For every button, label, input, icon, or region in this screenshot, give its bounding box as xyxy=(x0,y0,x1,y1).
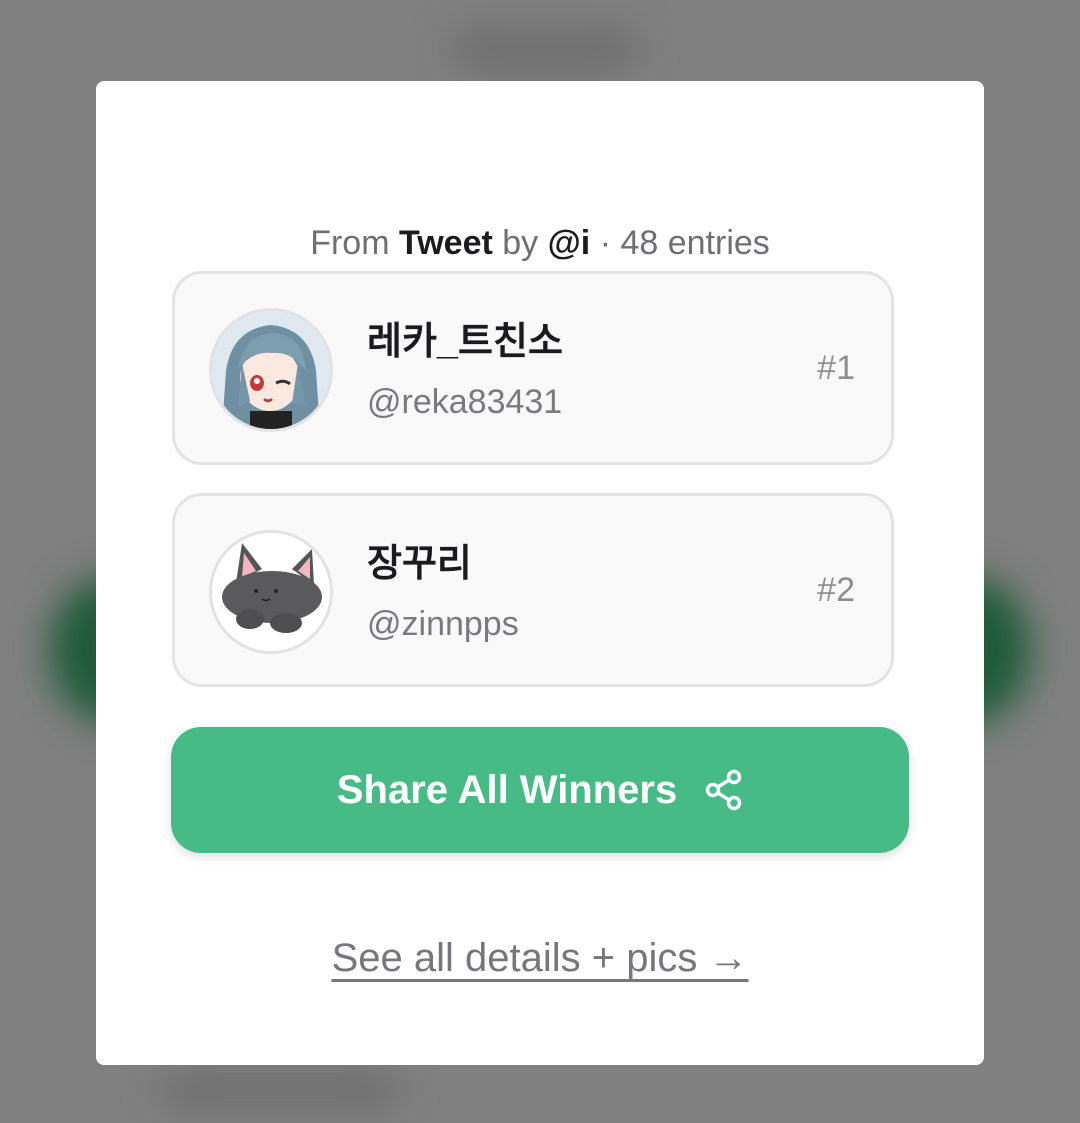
winner-name: 장꾸리 xyxy=(367,543,472,585)
winners-modal: From Tweet by @i · 48 entries 레카_트친소 @re… xyxy=(96,81,984,1065)
source-entries: 48 entries xyxy=(620,224,770,262)
source-separator: · xyxy=(599,224,612,262)
gray-cat-avatar-icon xyxy=(209,530,333,654)
share-icon xyxy=(705,769,743,811)
share-all-winners-button[interactable]: Share All Winners xyxy=(171,727,909,853)
background-header-blur xyxy=(450,30,640,70)
anime-girl-avatar-icon xyxy=(209,308,333,432)
winner-rank: #2 xyxy=(817,571,855,609)
winner-handle[interactable]: @reka83431 xyxy=(367,380,562,424)
source-author: @i xyxy=(547,224,591,262)
winner-card-1[interactable]: 레카_트친소 @reka83431 #1 xyxy=(172,271,894,465)
source-by: by xyxy=(502,224,539,262)
winner-name: 레카_트친소 xyxy=(367,321,563,363)
see-all-details-link[interactable]: See all details + pics → xyxy=(96,933,984,983)
winner-rank: #1 xyxy=(817,349,855,387)
source-platform: Tweet xyxy=(398,224,493,262)
winner-card-2[interactable]: 장꾸리 @zinnpps #2 xyxy=(172,493,894,687)
share-button-label: Share All Winners xyxy=(336,768,678,812)
winner-handle[interactable]: @zinnpps xyxy=(367,602,519,646)
source-prefix: From xyxy=(310,224,390,262)
background-footer-blur xyxy=(160,1070,400,1110)
source-line: From Tweet by @i · 48 entries xyxy=(96,221,984,265)
